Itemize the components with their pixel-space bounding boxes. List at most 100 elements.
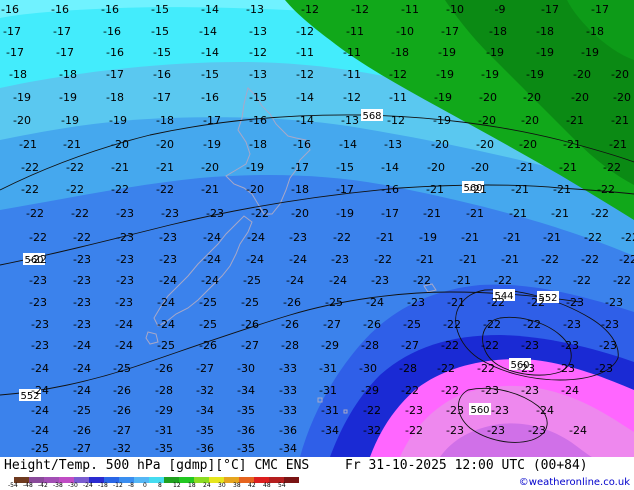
- temperature-label: -22: [581, 253, 599, 266]
- temperature-label: -21: [553, 183, 571, 196]
- temperature-label: -25: [403, 318, 421, 331]
- temperature-label: -23: [517, 362, 535, 375]
- temperature-label: -22: [527, 296, 545, 309]
- temperature-label: -35: [237, 404, 255, 417]
- temperature-label: -22: [573, 274, 591, 287]
- temperature-label: -20: [613, 91, 631, 104]
- temperature-label: -22: [21, 183, 39, 196]
- temperature-label: -24: [203, 231, 221, 244]
- temperature-label: -23: [73, 253, 91, 266]
- temperature-label: -23: [161, 207, 179, 220]
- temperature-label: -19: [486, 46, 504, 59]
- temperature-label: -22: [481, 339, 499, 352]
- temperature-label: -22: [441, 339, 459, 352]
- temperature-label: -18: [291, 183, 309, 196]
- colorbar-tick-label: -48: [23, 482, 33, 489]
- temperature-label: -25: [241, 296, 259, 309]
- temperature-label: -13: [246, 3, 264, 16]
- temperature-label: -24: [157, 296, 175, 309]
- temperature-label: -22: [584, 231, 602, 244]
- temperature-label: -22: [523, 318, 541, 331]
- temperature-label: -11: [296, 46, 314, 59]
- temperature-label: -16: [249, 114, 267, 127]
- colorbar-tick-label: -54: [8, 482, 18, 489]
- temperature-label: -17: [381, 207, 399, 220]
- temperature-label: -20: [523, 91, 541, 104]
- temperature-label: -11: [346, 25, 364, 38]
- temperature-label: -20: [246, 183, 264, 196]
- temperature-label: -21: [543, 231, 561, 244]
- temperature-label: -22: [494, 274, 512, 287]
- temperature-label: -29: [155, 404, 173, 417]
- temperature-label: -21: [503, 231, 521, 244]
- temperature-label: -28: [399, 362, 417, 375]
- temperature-label: -14: [199, 25, 217, 38]
- temperature-label: -24: [115, 339, 133, 352]
- temperature-label: -23: [491, 404, 509, 417]
- colorbar-tick-label: 38: [233, 482, 241, 489]
- temperature-label: -28: [281, 339, 299, 352]
- temperature-label: -21: [426, 183, 444, 196]
- temperature-label: -16: [103, 25, 121, 38]
- colorbar-tick-label: 54: [278, 482, 286, 489]
- temperature-label: -10: [446, 3, 464, 16]
- temperature-label: -32: [196, 384, 214, 397]
- temperature-label: -20: [201, 161, 219, 174]
- temperature-label: -23: [563, 318, 581, 331]
- temperature-label: -16: [153, 68, 171, 81]
- temperature-label: -22: [487, 296, 505, 309]
- temperature-label: -13: [249, 25, 267, 38]
- credit-link[interactable]: ©weatheronline.co.uk: [519, 477, 630, 488]
- temperature-label: -34: [237, 384, 255, 397]
- colorbar-tick-label: 48: [263, 482, 271, 489]
- temperature-label: -27: [323, 318, 341, 331]
- temperature-label: -14: [201, 3, 219, 16]
- temperature-label: -22: [613, 274, 631, 287]
- temperature-label: -22: [363, 404, 381, 417]
- temperature-label: -21: [453, 274, 471, 287]
- temperature-label: -24: [286, 274, 304, 287]
- temperature-label: -23: [487, 424, 505, 437]
- temperature-label: -26: [73, 424, 91, 437]
- temperature-label: -36: [279, 424, 297, 437]
- temperature-label: -33: [279, 384, 297, 397]
- temperature-label: -22: [374, 253, 392, 266]
- temperature-label: -23: [521, 384, 539, 397]
- temperature-label: -20: [478, 114, 496, 127]
- temperature-label: -22: [541, 253, 559, 266]
- temperature-label: -17: [6, 46, 24, 59]
- temperature-label: -19: [434, 91, 452, 104]
- temperature-label: -17: [56, 46, 74, 59]
- temperature-label: -22: [401, 384, 419, 397]
- temperature-label: -25: [325, 296, 343, 309]
- temperature-label: -18: [156, 114, 174, 127]
- temperature-label: -13: [384, 138, 402, 151]
- temperature-label: -23: [371, 274, 389, 287]
- temperature-label: -23: [331, 253, 349, 266]
- colorbar-tick-label: -42: [38, 482, 48, 489]
- temperature-label: -17: [203, 114, 221, 127]
- temperature-label: -12: [343, 91, 361, 104]
- temperature-label: -28: [155, 384, 173, 397]
- temperature-label: -24: [329, 274, 347, 287]
- temperature-label: -20: [471, 161, 489, 174]
- temperature-label: -27: [401, 339, 419, 352]
- temperature-label: -18: [586, 25, 604, 38]
- temperature-label: -20: [479, 91, 497, 104]
- colorbar-tick-label: -18: [98, 482, 108, 489]
- temperature-label: -21: [416, 253, 434, 266]
- colorbar-tick-label: -24: [83, 482, 93, 489]
- temperature-label: -19: [336, 207, 354, 220]
- colorbar-segment: [284, 477, 299, 483]
- temperature-label: -21: [611, 114, 629, 127]
- temperature-label: -19: [203, 138, 221, 151]
- temperature-label: -22: [21, 161, 39, 174]
- temperature-label: -30: [359, 362, 377, 375]
- temperature-label: -22: [26, 207, 44, 220]
- temperature-label: -19: [438, 46, 456, 59]
- temperature-label: -21: [201, 183, 219, 196]
- temperature-label: -21: [466, 207, 484, 220]
- temperature-label: -22: [477, 362, 495, 375]
- temperature-label: -19: [419, 231, 437, 244]
- temperature-label: -23: [601, 318, 619, 331]
